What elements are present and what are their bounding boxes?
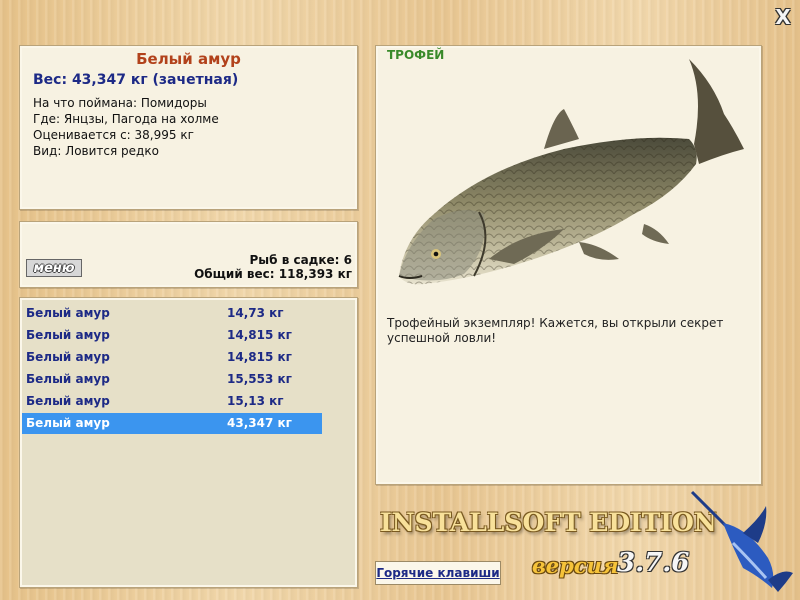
version-number: 3.7.6 [617, 548, 690, 578]
version-label: версия [532, 553, 619, 578]
fish-info-panel: Белый амур Вес: 43,347 кг (зачетная) На … [19, 45, 358, 210]
trophy-description: Трофейный экземпляр! Кажется, вы открыли… [387, 316, 724, 345]
list-item-name: Белый амур [26, 416, 110, 430]
list-item[interactable]: Белый амур 14,815 кг [22, 347, 322, 368]
catch-list[interactable]: Белый амур 14,73 кг Белый амур 14,815 кг… [19, 297, 358, 588]
keepnet-summary-panel: меню Рыб в садке: 6 Общий вес: 118,393 к… [19, 221, 358, 288]
menu-button[interactable]: меню [26, 259, 82, 277]
fish-name: Белый амур [136, 50, 241, 68]
grass-carp-image [398, 59, 744, 285]
trophy-panel: ТРОФЕЙ Трофейный экземпляр! Кажется, вы … [375, 45, 762, 485]
hotkeys-button[interactable]: Горячие клавиши [375, 561, 501, 585]
list-item-name: Белый амур [26, 306, 110, 320]
list-item[interactable]: Белый амур 15,553 кг [22, 369, 322, 390]
list-item-weight: 15,553 кг [227, 372, 292, 386]
fish-weight: Вес: 43,347 кг (зачетная) [33, 72, 239, 88]
list-item-weight: 15,13 кг [227, 394, 284, 408]
species-note: Вид: Ловится редко [33, 144, 159, 158]
list-item[interactable]: Белый амур 14,73 кг [22, 303, 322, 324]
valued-from-info: Оценивается с: 38,995 кг [33, 128, 194, 142]
total-weight: Общий вес: 118,393 кг [194, 267, 352, 281]
list-item-weight: 14,815 кг [227, 350, 292, 364]
fish-count: Рыб в садке: 6 [249, 253, 353, 267]
close-icon[interactable]: X [774, 7, 792, 27]
list-item-name: Белый амур [26, 328, 110, 342]
list-item-name: Белый амур [26, 372, 110, 386]
edition-logo: INSTALLSOFT EDITION [380, 508, 717, 537]
list-item-name: Белый амур [26, 394, 110, 408]
bait-info: На что поймана: Помидоры [33, 96, 207, 110]
marlin-icon [690, 490, 793, 592]
list-item[interactable]: Белый амур 14,815 кг [22, 325, 322, 346]
list-item-selected[interactable]: Белый амур 43,347 кг [22, 413, 322, 434]
location-info: Где: Янцзы, Пагода на холме [33, 112, 219, 126]
list-item-name: Белый амур [26, 350, 110, 364]
list-item-weight: 14,815 кг [227, 328, 292, 342]
list-item[interactable]: Белый амур 15,13 кг [22, 391, 322, 412]
list-item-weight: 43,347 кг [227, 416, 292, 430]
list-item-weight: 14,73 кг [227, 306, 284, 320]
